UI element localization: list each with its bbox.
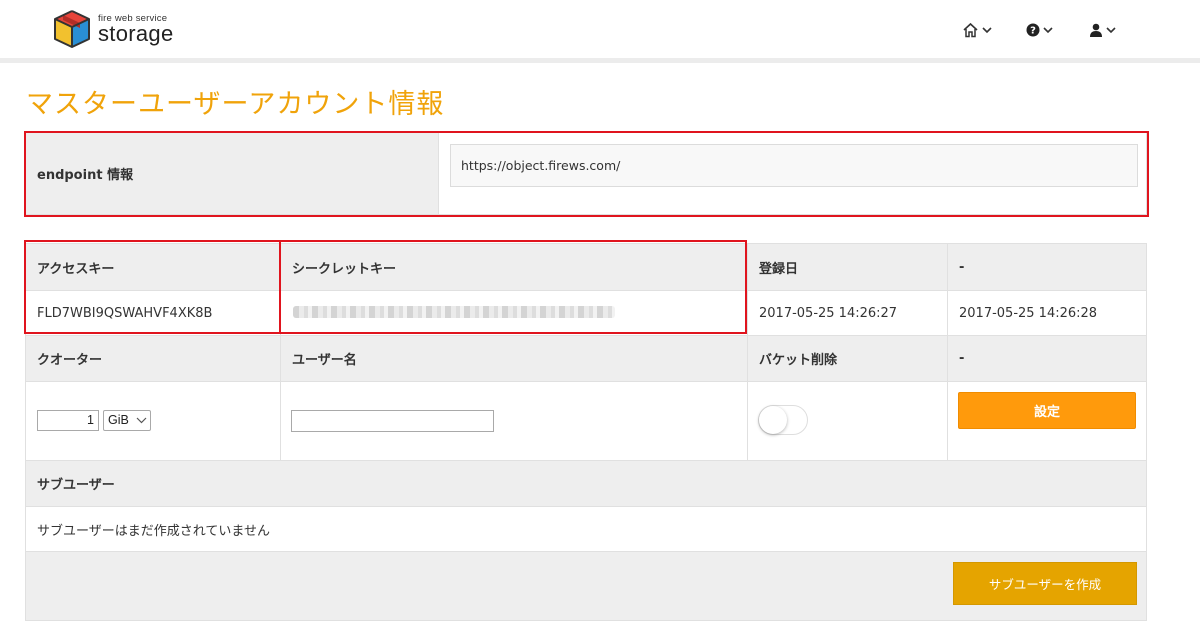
updated-date-header: - <box>948 244 1146 291</box>
user-menu[interactable] <box>1089 19 1116 41</box>
quota-unit-label: GiB <box>108 413 129 427</box>
home-menu[interactable] <box>962 19 992 41</box>
top-header: fire web service storage ? <box>0 0 1200 58</box>
registered-date-value: 2017-05-25 14:26:27 <box>748 291 948 336</box>
subusers-empty-message: サブユーザーはまだ作成されていません <box>26 507 1146 552</box>
secret-key-masked <box>293 306 615 318</box>
endpoint-label: endpoint 情報 <box>26 133 439 214</box>
action-header: - <box>948 336 1146 382</box>
registered-date-header: 登録日 <box>748 244 948 291</box>
settings-button[interactable]: 設定 <box>958 392 1136 429</box>
settings-cell: 設定 <box>948 382 1146 461</box>
username-header: ユーザー名 <box>281 336 748 382</box>
svg-text:?: ? <box>1030 26 1036 37</box>
page-title: マスターユーザーアカウント情報 <box>26 89 445 120</box>
secret-key-value <box>281 291 748 336</box>
help-icon: ? <box>1026 23 1040 37</box>
chevron-down-icon <box>1106 27 1116 34</box>
access-key-value: FLD7WBI9QSWAHVF4XK8B <box>26 291 281 336</box>
create-subuser-button[interactable]: サブユーザーを作成 <box>953 562 1137 605</box>
toggle-knob <box>759 406 787 434</box>
username-cell <box>281 382 748 461</box>
quota-cell: 1 GiB <box>26 382 281 461</box>
home-icon <box>963 22 978 38</box>
storage-box-icon <box>54 10 90 48</box>
account-info-table: アクセスキー シークレットキー 登録日 - FLD7WBI9QSWAHVF4XK… <box>25 243 1147 621</box>
logo-name: storage <box>98 21 174 46</box>
quota-header: クオーター <box>26 336 281 382</box>
username-input[interactable] <box>291 410 494 432</box>
quota-unit-select[interactable]: GiB <box>103 410 151 431</box>
bucket-delete-header: バケット削除 <box>748 336 948 382</box>
user-icon <box>1090 23 1102 37</box>
logo[interactable]: fire web service storage <box>52 9 182 51</box>
quota-input[interactable]: 1 <box>37 410 99 431</box>
bucket-delete-toggle[interactable] <box>758 405 808 435</box>
chevron-down-icon <box>1043 27 1053 34</box>
access-key-header: アクセスキー <box>26 244 281 291</box>
chevron-down-icon <box>982 27 992 34</box>
secret-key-header: シークレットキー <box>281 244 748 291</box>
header-divider <box>0 58 1200 63</box>
bucket-delete-cell <box>748 382 948 461</box>
endpoint-field[interactable]: https://object.firews.com/ <box>450 144 1138 187</box>
chevron-down-icon <box>136 417 147 424</box>
updated-date-value: 2017-05-25 14:26:28 <box>948 291 1146 336</box>
subusers-header: サブユーザー <box>26 461 1146 507</box>
endpoint-section: endpoint 情報 https://object.firews.com/ <box>25 132 1147 215</box>
help-menu[interactable]: ? <box>1026 19 1053 41</box>
